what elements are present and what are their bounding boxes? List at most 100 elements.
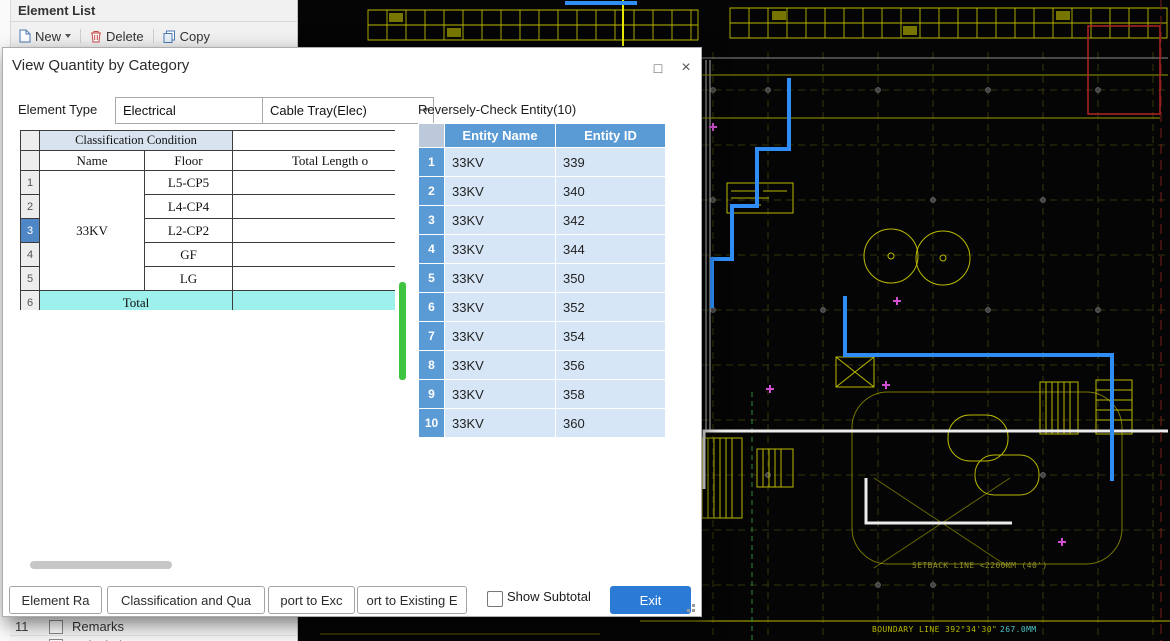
show-subtotal-checkbox[interactable] [487, 591, 503, 607]
entity-name-cell[interactable]: 33KV [445, 293, 556, 322]
total-row[interactable]: 6 Total [21, 291, 396, 311]
row-number-cell[interactable]: 4 [419, 235, 445, 264]
entity-id-cell[interactable]: 350 [556, 264, 666, 293]
floor-cell[interactable]: L5-CP5 [145, 171, 233, 195]
new-button[interactable]: New [16, 27, 74, 46]
entity-id-cell[interactable]: 354 [556, 322, 666, 351]
list-item-remarks[interactable]: 11 Remarks [10, 616, 297, 636]
entity-row[interactable]: 8 33KV 356 [419, 351, 666, 380]
row-number-cell[interactable]: 8 [419, 351, 445, 380]
entity-name-cell[interactable]: 33KV [445, 322, 556, 351]
row-number-cell[interactable]: 1 [419, 148, 445, 177]
exit-button[interactable]: Exit [610, 586, 691, 614]
corner-cell [21, 151, 40, 171]
element-type-value: Electrical [123, 103, 176, 118]
panel-toolbar: New Delete Copy [16, 25, 213, 47]
dialog-title: View Quantity by Category [12, 57, 189, 74]
entity-id-cell[interactable]: 344 [556, 235, 666, 264]
entity-id-cell[interactable]: 358 [556, 380, 666, 409]
remarks-checkbox[interactable] [49, 620, 63, 634]
entity-name-cell[interactable]: 33KV [445, 177, 556, 206]
entity-table: Entity Name Entity ID 1 33KV 339 2 33KV … [418, 123, 666, 438]
name-merged-cell[interactable]: 33KV [40, 171, 145, 291]
value-cell[interactable] [233, 267, 396, 291]
element-subtype-value: Cable Tray(Elec) [270, 103, 367, 118]
row-number-cell[interactable]: 10 [419, 409, 445, 438]
row-label: Remarks [72, 619, 124, 634]
floor-cell[interactable]: LG [145, 267, 233, 291]
entity-name-cell[interactable]: 33KV [445, 380, 556, 409]
close-button[interactable]: × [675, 58, 697, 78]
entity-id-cell[interactable]: 342 [556, 206, 666, 235]
row-number-cell[interactable]: 2 [419, 177, 445, 206]
resize-grip-icon[interactable] [692, 609, 695, 612]
maximize-button[interactable]: □ [647, 58, 669, 78]
classification-setting-button[interactable]: Classification and Qua [107, 586, 265, 614]
row-number-cell[interactable]: 6 [21, 291, 40, 311]
row-number-cell[interactable]: 2 [21, 195, 40, 219]
export-to-excel-button[interactable]: port to Exc [268, 586, 355, 614]
delete-button[interactable]: Delete [87, 27, 147, 46]
chevron-down-icon [65, 34, 71, 38]
panel-header-divider [10, 21, 297, 22]
value-cell[interactable] [233, 243, 396, 267]
entity-row[interactable]: 10 33KV 360 [419, 409, 666, 438]
application-window: SETBACK LINE <2200MM (40') BOUNDARY LINE… [0, 0, 1170, 641]
vertical-scrollbar-thumb[interactable] [399, 282, 406, 380]
value-cell[interactable] [233, 195, 396, 219]
entity-id-cell[interactable]: 339 [556, 148, 666, 177]
entity-name-cell[interactable]: 33KV [445, 409, 556, 438]
element-range-button[interactable]: Element Ra [9, 586, 102, 614]
entity-row[interactable]: 5 33KV 350 [419, 264, 666, 293]
entity-name-cell[interactable]: 33KV [445, 148, 556, 177]
entity-row[interactable]: 4 33KV 344 [419, 235, 666, 264]
floor-cell[interactable]: GF [145, 243, 233, 267]
entity-name-cell[interactable]: 33KV [445, 351, 556, 380]
entity-row[interactable]: 6 33KV 352 [419, 293, 666, 322]
row-number-cell[interactable]: 3 [419, 206, 445, 235]
row-number-cell[interactable]: 7 [419, 322, 445, 351]
element-subtype-select[interactable]: Cable Tray(Elec) [262, 97, 434, 124]
entity-id-cell[interactable]: 340 [556, 177, 666, 206]
copy-icon [163, 30, 176, 43]
new-button-label: New [35, 29, 61, 44]
row-number-cell[interactable]: 9 [419, 380, 445, 409]
row-number-cell[interactable]: 6 [419, 293, 445, 322]
entity-id-cell[interactable]: 352 [556, 293, 666, 322]
row-number-cell[interactable]: 1 [21, 171, 40, 195]
entity-row[interactable]: 1 33KV 339 [419, 148, 666, 177]
element-type-label: Element Type [18, 100, 97, 120]
entity-row[interactable]: 2 33KV 340 [419, 177, 666, 206]
entity-name-cell[interactable]: 33KV [445, 264, 556, 293]
row-number-cell[interactable]: 5 [21, 267, 40, 291]
setback-label: SETBACK LINE <2200MM (40') [912, 561, 1048, 570]
entity-row[interactable]: 7 33KV 354 [419, 322, 666, 351]
list-item-calculation[interactable]: 12 Calculation [10, 635, 297, 641]
entity-table-container: Entity Name Entity ID 1 33KV 339 2 33KV … [418, 123, 666, 438]
view-quantity-dialog: View Quantity by Category □ × Element Ty… [2, 47, 702, 617]
floor-cell[interactable]: L4-CP4 [145, 195, 233, 219]
group-header-spacer [233, 131, 396, 151]
col-header-total-length: Total Length o [233, 151, 396, 171]
table-row[interactable]: 1 33KV L5-CP5 [21, 171, 396, 195]
row-number-cell-selected[interactable]: 3 [21, 219, 40, 243]
total-value-cell [233, 291, 396, 311]
entity-row[interactable]: 3 33KV 342 [419, 206, 666, 235]
floor-cell[interactable]: L2-CP2 [145, 219, 233, 243]
row-number-cell[interactable]: 4 [21, 243, 40, 267]
copy-button[interactable]: Copy [160, 27, 213, 46]
horizontal-scrollbar-thumb[interactable] [30, 561, 172, 569]
value-cell[interactable] [233, 219, 396, 243]
entity-name-cell[interactable]: 33KV [445, 235, 556, 264]
export-to-existing-excel-button[interactable]: ort to Existing E [357, 586, 467, 614]
entity-header-row: Entity Name Entity ID [419, 124, 666, 148]
element-type-select[interactable]: Electrical [115, 97, 286, 124]
entity-id-cell[interactable]: 360 [556, 409, 666, 438]
entity-id-cell[interactable]: 356 [556, 351, 666, 380]
col-header-entity-id: Entity ID [556, 124, 666, 148]
entity-row[interactable]: 9 33KV 358 [419, 380, 666, 409]
entity-name-cell[interactable]: 33KV [445, 206, 556, 235]
corner-cell [419, 124, 445, 148]
value-cell[interactable] [233, 171, 396, 195]
row-number-cell[interactable]: 5 [419, 264, 445, 293]
